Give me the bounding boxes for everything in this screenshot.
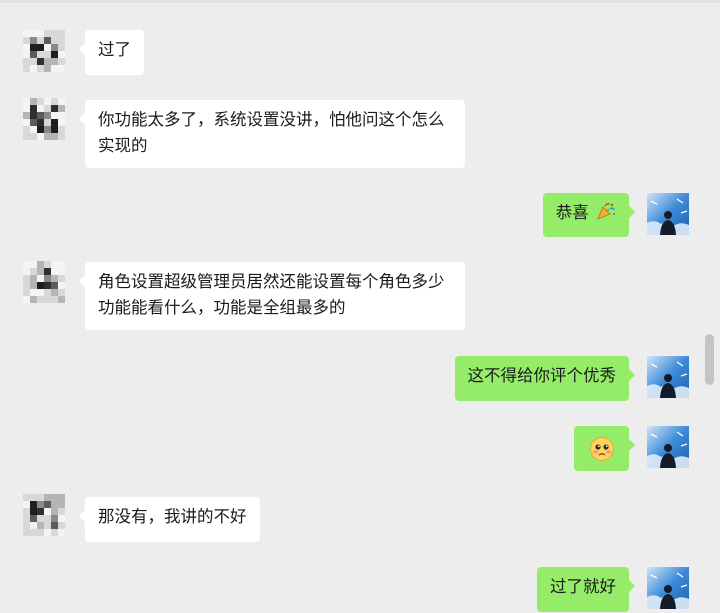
sky-silhouette-avatar <box>647 193 689 235</box>
self-avatar[interactable] <box>647 193 689 235</box>
self-avatar[interactable] <box>647 567 689 609</box>
message-text: 过了 <box>98 40 131 59</box>
sky-silhouette-avatar <box>647 426 689 468</box>
contact-avatar[interactable] <box>23 261 65 303</box>
scrollbar-thumb[interactable] <box>705 334 714 385</box>
contact-avatar[interactable] <box>23 494 65 536</box>
sky-silhouette-avatar <box>647 356 689 398</box>
chat-message-list[interactable]: 过了 你功能太多了，系统设置没讲，怕他问这个怎么实现的 恭喜 角色设置超级管理员… <box>0 0 720 612</box>
message-bubble[interactable]: 过了 <box>79 30 144 75</box>
message-bubble[interactable]: 这不得给你评个优秀 <box>454 356 635 401</box>
message-bubble[interactable]: 恭喜 <box>542 193 636 237</box>
message-text: 角色设置超级管理员居然还能设置每个角色多少功能能看什么，功能是全组最多的 <box>98 272 445 317</box>
sky-silhouette-avatar <box>647 567 689 609</box>
message-text: 过了就好 <box>550 577 616 596</box>
party-popper-icon <box>597 202 615 220</box>
message-text: 那没有，我讲的不好 <box>98 507 247 526</box>
message-bubble[interactable]: 你功能太多了，系统设置没讲，怕他问这个怎么实现的 <box>79 100 465 168</box>
message-bubble[interactable]: 角色设置超级管理员居然还能设置每个角色多少功能能看什么，功能是全组最多的 <box>79 262 465 330</box>
message-bubble[interactable]: 过了就好 <box>537 567 635 612</box>
message-text: 你功能太多了，系统设置没讲，怕他问这个怎么实现的 <box>98 110 445 155</box>
self-avatar[interactable] <box>647 426 689 468</box>
message-bubble[interactable]: 那没有，我讲的不好 <box>79 497 260 542</box>
message-text: 这不得给你评个优秀 <box>467 366 617 385</box>
self-avatar[interactable] <box>647 356 689 398</box>
contact-avatar[interactable] <box>23 30 65 72</box>
contact-avatar[interactable] <box>23 98 65 140</box>
message-text: 恭喜 <box>555 203 589 222</box>
message-bubble[interactable] <box>574 426 635 471</box>
pleading-smiley-icon <box>590 436 614 461</box>
